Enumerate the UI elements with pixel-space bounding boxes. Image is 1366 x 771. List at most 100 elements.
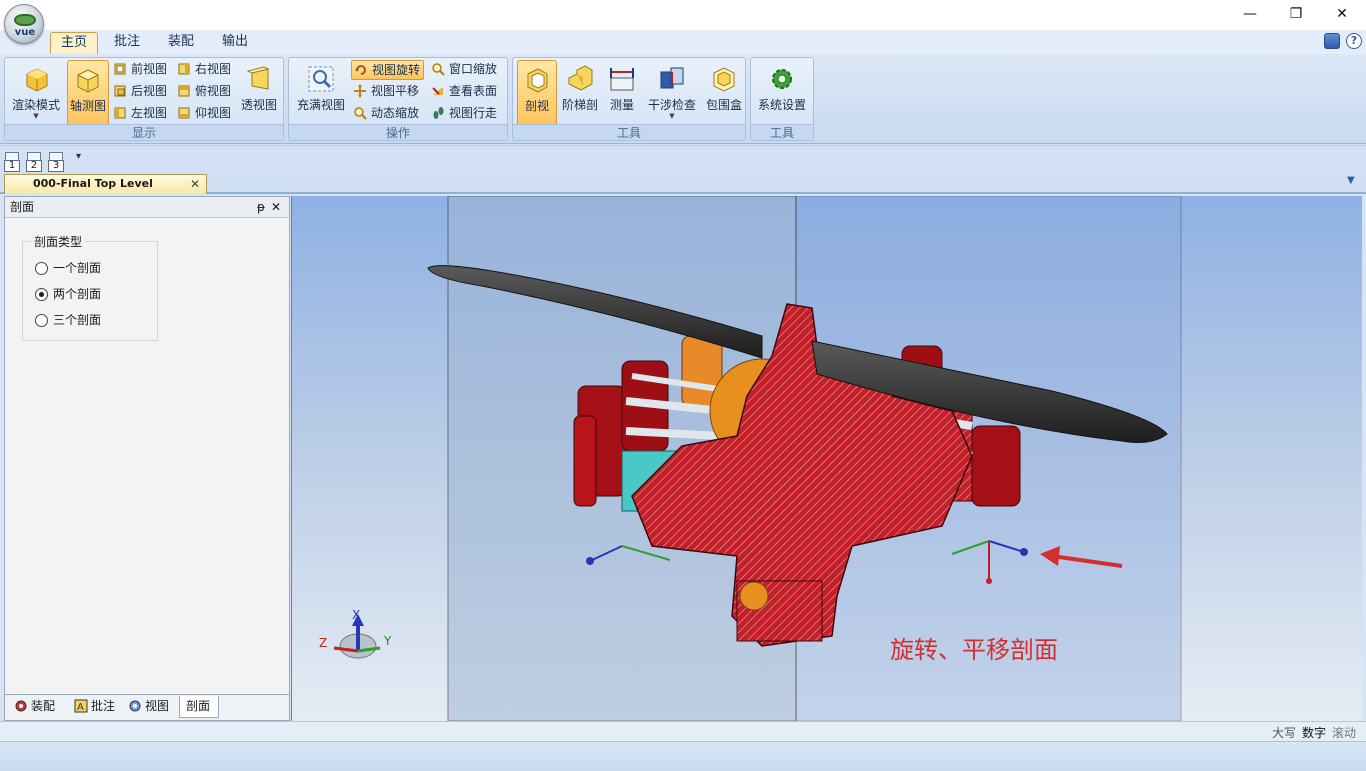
fit-view-icon bbox=[308, 66, 334, 92]
isometric-view-icon bbox=[76, 69, 100, 93]
right-view-button[interactable]: 右视图 bbox=[175, 60, 231, 80]
pin-icon[interactable]: ᵽ bbox=[257, 197, 265, 218]
scroll-lock-indicator: 滚动 bbox=[1332, 726, 1357, 740]
axis-z-label: Z bbox=[319, 636, 328, 650]
style-icon[interactable] bbox=[1324, 33, 1340, 49]
settings-button[interactable]: 系统设置 bbox=[753, 60, 811, 124]
interference-check-button[interactable]: 干涉检查 ▼ bbox=[643, 60, 701, 124]
restore-button[interactable]: ❐ bbox=[1273, 0, 1319, 30]
panel-tab-assembly[interactable]: 装配 bbox=[11, 696, 69, 718]
dropdown-arrow-icon: ▼ bbox=[33, 112, 39, 120]
pan-view-button[interactable]: 视图平移 bbox=[351, 82, 419, 102]
measure-button[interactable]: 测量 bbox=[603, 60, 641, 124]
panel-tab-annotation[interactable]: A 批注 bbox=[71, 696, 125, 718]
radio-circle[interactable] bbox=[35, 262, 48, 275]
radio-circle-checked[interactable] bbox=[35, 288, 48, 301]
num-lock-indicator: 数字 bbox=[1302, 726, 1327, 740]
assembly-tab-icon bbox=[15, 700, 27, 712]
back-view-icon bbox=[114, 85, 126, 97]
recent-file-button[interactable]: 3 bbox=[48, 152, 66, 172]
section-type-group: 剖面类型 一个剖面 两个剖面 三个剖面 bbox=[22, 233, 158, 341]
qat-customize-button[interactable]: ▾ bbox=[76, 151, 81, 162]
fit-view-button[interactable]: 充满视图 bbox=[291, 60, 351, 124]
view-surface-button[interactable]: 查看表面 bbox=[429, 82, 497, 102]
section-view-icon bbox=[527, 68, 548, 93]
dynamic-zoom-icon bbox=[354, 107, 367, 120]
tab-assembly[interactable]: 装配 bbox=[158, 32, 204, 54]
3d-viewport[interactable]: X Y Z 旋转、平移剖面 bbox=[291, 196, 1362, 721]
group-label-tools: 工具 bbox=[513, 124, 745, 140]
open-file-button[interactable]: 1 bbox=[4, 152, 22, 172]
top-view-icon bbox=[178, 85, 190, 97]
section-panel: 剖面 ᵽ ✕ 剖面类型 一个剖面 两个剖面 三个剖面 装配 A 批注 视图 剖面 bbox=[4, 196, 290, 721]
view-tab-icon bbox=[129, 700, 141, 712]
left-view-button[interactable]: 左视图 bbox=[111, 104, 167, 124]
panel-tab-section[interactable]: 剖面 bbox=[179, 696, 219, 718]
model-render bbox=[333, 196, 1182, 721]
ribbon-group-settings: 系统设置 工具 bbox=[750, 57, 814, 141]
ribbon: 渲染模式 ▼ 轴测图 前视图 后视图 左视图 右视图 俯视图 仰视图 透视图 显… bbox=[0, 54, 1366, 144]
ribbon-group-display: 渲染模式 ▼ 轴测图 前视图 后视图 左视图 右视图 俯视图 仰视图 透视图 显… bbox=[4, 57, 284, 141]
axis-x-label: X bbox=[352, 608, 361, 622]
panel-title: 剖面 bbox=[10, 200, 35, 214]
measure-icon bbox=[610, 68, 634, 91]
document-tab-close-button[interactable]: ✕ bbox=[190, 175, 200, 193]
title-bar: — ❐ ✕ bbox=[0, 0, 1366, 30]
bounding-box-button[interactable]: 包围盒 bbox=[703, 60, 745, 124]
svg-text:A: A bbox=[77, 702, 84, 713]
ribbon-tab-row: 主页 批注 装配 输出 bbox=[0, 30, 1366, 54]
quick-access-toolbar: 1 2 3 ▾ bbox=[0, 145, 1366, 173]
annotation-tab-icon: A bbox=[74, 699, 88, 713]
front-view-button[interactable]: 前视图 bbox=[111, 60, 167, 80]
rotate-view-button[interactable]: 视图旋转 bbox=[351, 60, 425, 80]
panel-close-button[interactable]: ✕ bbox=[271, 197, 281, 218]
minimize-button[interactable]: — bbox=[1227, 0, 1273, 30]
settings-gear-icon bbox=[772, 69, 792, 89]
group-label-settings: 工具 bbox=[751, 124, 813, 140]
ribbon-group-operate: 充满视图 视图旋转 视图平移 动态缩放 窗口缩放 查看表面 视图行走 操作 bbox=[288, 57, 508, 141]
help-icon[interactable]: ? bbox=[1346, 33, 1362, 49]
bottom-view-icon bbox=[178, 107, 190, 119]
panel-tab-view[interactable]: 视图 bbox=[125, 696, 179, 718]
tab-list-dropdown-icon[interactable]: ▼ bbox=[1347, 175, 1355, 186]
back-view-button[interactable]: 后视图 bbox=[111, 82, 167, 102]
bottom-view-button[interactable]: 仰视图 bbox=[175, 104, 231, 124]
tab-home[interactable]: 主页 bbox=[50, 32, 98, 54]
interference-check-icon bbox=[660, 67, 684, 89]
render-mode-button[interactable]: 渲染模式 ▼ bbox=[7, 60, 65, 124]
document-tab[interactable]: 000-Final Top Level Assy.iva ✕ bbox=[4, 174, 207, 208]
bounding-box-icon bbox=[713, 67, 735, 92]
walk-view-button[interactable]: 视图行走 bbox=[429, 104, 497, 124]
app-logo-text: vue bbox=[14, 27, 36, 38]
tab-output[interactable]: 输出 bbox=[212, 32, 258, 54]
radio-circle[interactable] bbox=[35, 314, 48, 327]
close-button[interactable]: ✕ bbox=[1319, 0, 1365, 30]
app-logo-button[interactable]: vue bbox=[4, 4, 44, 44]
pan-view-icon bbox=[354, 84, 366, 98]
perspective-view-button[interactable]: 透视图 bbox=[237, 60, 281, 124]
axis-y-label: Y bbox=[384, 634, 392, 648]
rotate-pan-section-caption: 旋转、平移剖面 bbox=[890, 636, 1058, 664]
isometric-view-button[interactable]: 轴测图 bbox=[67, 60, 109, 128]
top-view-button[interactable]: 俯视图 bbox=[175, 82, 231, 102]
perspective-view-icon bbox=[246, 66, 270, 90]
tab-annotate[interactable]: 批注 bbox=[104, 32, 150, 54]
dynamic-zoom-button[interactable]: 动态缩放 bbox=[351, 104, 419, 124]
panel-header: 剖面 ᵽ ✕ bbox=[5, 197, 289, 218]
eye-icon bbox=[14, 14, 36, 26]
window-zoom-icon bbox=[432, 63, 445, 76]
window-zoom-button[interactable]: 窗口缩放 bbox=[429, 60, 497, 80]
step-section-icon bbox=[568, 65, 593, 91]
step-section-button[interactable]: 阶梯剖 bbox=[559, 60, 601, 124]
render-mode-icon bbox=[26, 68, 48, 92]
dropdown-arrow-icon: ▼ bbox=[669, 112, 675, 120]
walk-view-icon bbox=[433, 107, 444, 119]
front-view-icon bbox=[114, 63, 126, 75]
group-label-operate: 操作 bbox=[289, 124, 507, 140]
section-view-button[interactable]: 剖视 bbox=[517, 60, 557, 128]
document-tab-bar: 000-Final Top Level Assy.iva ✕ ▼ bbox=[0, 173, 1366, 208]
save-file-button[interactable]: 2 bbox=[26, 152, 44, 172]
left-view-icon bbox=[114, 107, 126, 119]
caps-lock-indicator: 大写 bbox=[1272, 726, 1297, 740]
lower-orange-part bbox=[739, 581, 769, 611]
